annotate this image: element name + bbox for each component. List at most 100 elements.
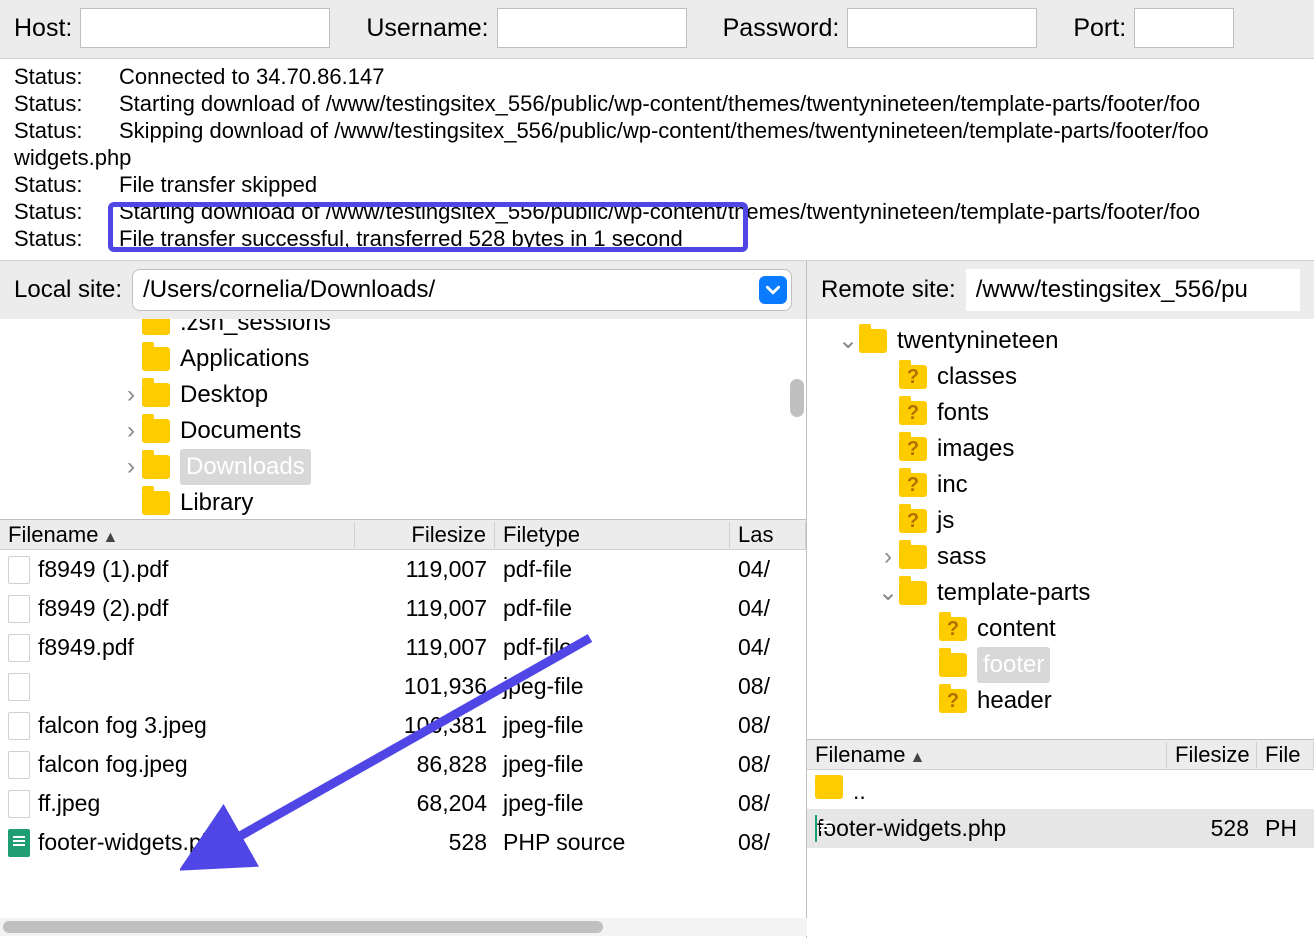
remote-file-list[interactable]: Filename▲ Filesize File ..footer-widgets… — [807, 739, 1314, 938]
tree-item[interactable]: ?content — [807, 611, 1314, 647]
tree-item-label: header — [977, 683, 1052, 719]
tree-item[interactable]: ? header — [807, 683, 1314, 719]
password-label: Password: — [723, 14, 840, 43]
remote-path-combo[interactable] — [966, 269, 1300, 311]
tree-item[interactable]: ?js — [807, 503, 1314, 539]
folder-icon — [939, 653, 967, 677]
chevron-down-icon[interactable]: ⌄ — [837, 323, 859, 359]
file-type: PH — [1257, 815, 1314, 842]
file-row[interactable]: footer-widgets.php528PH — [807, 809, 1314, 848]
tree-item[interactable]: ›Downloads — [0, 449, 806, 485]
file-type: jpeg-file — [495, 673, 730, 700]
local-path-combo[interactable] — [132, 269, 792, 311]
folder-unknown-icon: ? — [939, 689, 967, 713]
file-size: 68,204 — [355, 790, 495, 817]
col-filetype[interactable]: File — [1257, 742, 1314, 768]
tree-item-label: twentynineteen — [897, 323, 1058, 359]
file-type: pdf-file — [495, 634, 730, 661]
file-last: 08/ — [730, 673, 806, 700]
file-size: 119,007 — [355, 595, 495, 622]
password-input[interactable] — [847, 8, 1037, 48]
file-row[interactable]: ff.jpeg68,204jpeg-file08/ — [0, 784, 806, 823]
folder-unknown-icon: ? — [899, 401, 927, 425]
local-file-list[interactable]: Filename▲ Filesize Filetype Las f8949 (1… — [0, 519, 806, 938]
tree-item[interactable]: ?fonts — [807, 395, 1314, 431]
tree-item[interactable]: ›Documents — [0, 413, 806, 449]
log-msg: Connected to 34.70.86.147 — [119, 63, 1300, 90]
col-filename[interactable]: Filename — [8, 522, 98, 547]
col-last[interactable]: Las — [730, 522, 806, 548]
col-filetype[interactable]: Filetype — [495, 522, 730, 548]
tree-item[interactable]: Applications — [0, 341, 806, 377]
folder-icon — [142, 383, 170, 407]
folder-icon — [815, 775, 843, 799]
chevron-right-icon[interactable]: › — [120, 377, 142, 413]
tree-item-label: inc — [937, 467, 968, 503]
tree-item[interactable]: ⌄template-parts — [807, 575, 1314, 611]
tree-item-label: Library — [180, 485, 253, 519]
chevron-right-icon[interactable]: › — [877, 539, 899, 575]
col-filesize[interactable]: Filesize — [355, 522, 495, 548]
tree-item[interactable]: ›Desktop — [0, 377, 806, 413]
scrollbar-thumb[interactable] — [3, 921, 603, 933]
chevron-right-icon[interactable]: › — [120, 449, 142, 485]
remote-site-label: Remote site: — [821, 276, 956, 304]
scrollbar-thumb[interactable] — [790, 379, 804, 417]
column-headers[interactable]: Filename▲ Filesize Filetype Las — [0, 520, 806, 550]
connection-toolbar: Host: Username: Password: Port: — [0, 0, 1314, 59]
file-row[interactable]: footer-widgets.php528PHP source08/ — [0, 823, 806, 862]
local-tree[interactable]: .zsh_sessionsApplications›Desktop›Docume… — [0, 319, 806, 519]
local-path-input[interactable] — [133, 272, 759, 308]
col-filesize[interactable]: Filesize — [1167, 742, 1257, 768]
dropdown-icon[interactable] — [759, 276, 787, 304]
file-row[interactable]: 101,936jpeg-file08/ — [0, 667, 806, 706]
tree-item[interactable]: ⌄ twentynineteen — [807, 323, 1314, 359]
file-last: 08/ — [730, 829, 806, 856]
file-row[interactable]: f8949.pdf119,007pdf-file04/ — [0, 628, 806, 667]
file-name: footer-widgets.php — [38, 829, 227, 856]
file-row[interactable]: f8949 (2).pdf119,007pdf-file04/ — [0, 589, 806, 628]
tree-item[interactable]: ?inc — [807, 467, 1314, 503]
tree-item[interactable]: Library — [0, 485, 806, 519]
tree-item[interactable]: ?classes — [807, 359, 1314, 395]
col-filename[interactable]: Filename — [815, 742, 905, 767]
file-icon — [8, 634, 30, 662]
tree-item-label: js — [937, 503, 954, 539]
chevron-down-icon[interactable]: ⌄ — [877, 575, 899, 611]
tree-item[interactable]: footer — [807, 647, 1314, 683]
remote-tree[interactable]: ⌄twentynineteen?classes?fonts?images?inc… — [807, 319, 1314, 739]
column-headers[interactable]: Filename▲ Filesize File — [807, 740, 1314, 770]
log-label: Status: — [14, 198, 119, 225]
remote-path-input[interactable] — [966, 272, 1300, 308]
tree-item[interactable]: ?images — [807, 431, 1314, 467]
folder-icon — [859, 329, 887, 353]
file-row[interactable]: f8949 (1).pdf119,007pdf-file04/ — [0, 550, 806, 589]
username-input[interactable] — [497, 8, 687, 48]
chevron-right-icon[interactable]: › — [120, 413, 142, 449]
file-last: 04/ — [730, 634, 806, 661]
hscrollbar-local[interactable] — [0, 918, 807, 936]
file-name: f8949.pdf — [38, 634, 134, 661]
file-type: PHP source — [495, 829, 730, 856]
log-label: Status: — [14, 117, 119, 144]
tree-item-label: Applications — [180, 341, 309, 377]
host-input[interactable] — [80, 8, 330, 48]
file-icon — [8, 712, 30, 740]
file-row[interactable]: falcon fog 3.jpeg106,381jpeg-file08/ — [0, 706, 806, 745]
file-size: 119,007 — [355, 556, 495, 583]
file-last: 04/ — [730, 556, 806, 583]
file-icon — [8, 751, 30, 779]
log-msg: File transfer successful, transferred 52… — [119, 225, 1300, 252]
log-label: Status: — [14, 90, 119, 117]
file-row[interactable]: .. — [807, 770, 1314, 809]
tree-item[interactable]: .zsh_sessions — [0, 319, 806, 341]
remote-pane: Remote site: ⌄ twentynineteen?classes?fon… — [807, 261, 1314, 938]
host-label: Host: — [14, 14, 72, 43]
file-row[interactable]: falcon fog.jpeg86,828jpeg-file08/ — [0, 745, 806, 784]
folder-icon — [142, 419, 170, 443]
tree-item-label: .zsh_sessions — [180, 319, 331, 341]
tree-item-label: sass — [937, 539, 986, 575]
tree-item[interactable]: › sass — [807, 539, 1314, 575]
file-name: footer-widgets.php — [817, 815, 1006, 841]
port-input[interactable] — [1134, 8, 1234, 48]
